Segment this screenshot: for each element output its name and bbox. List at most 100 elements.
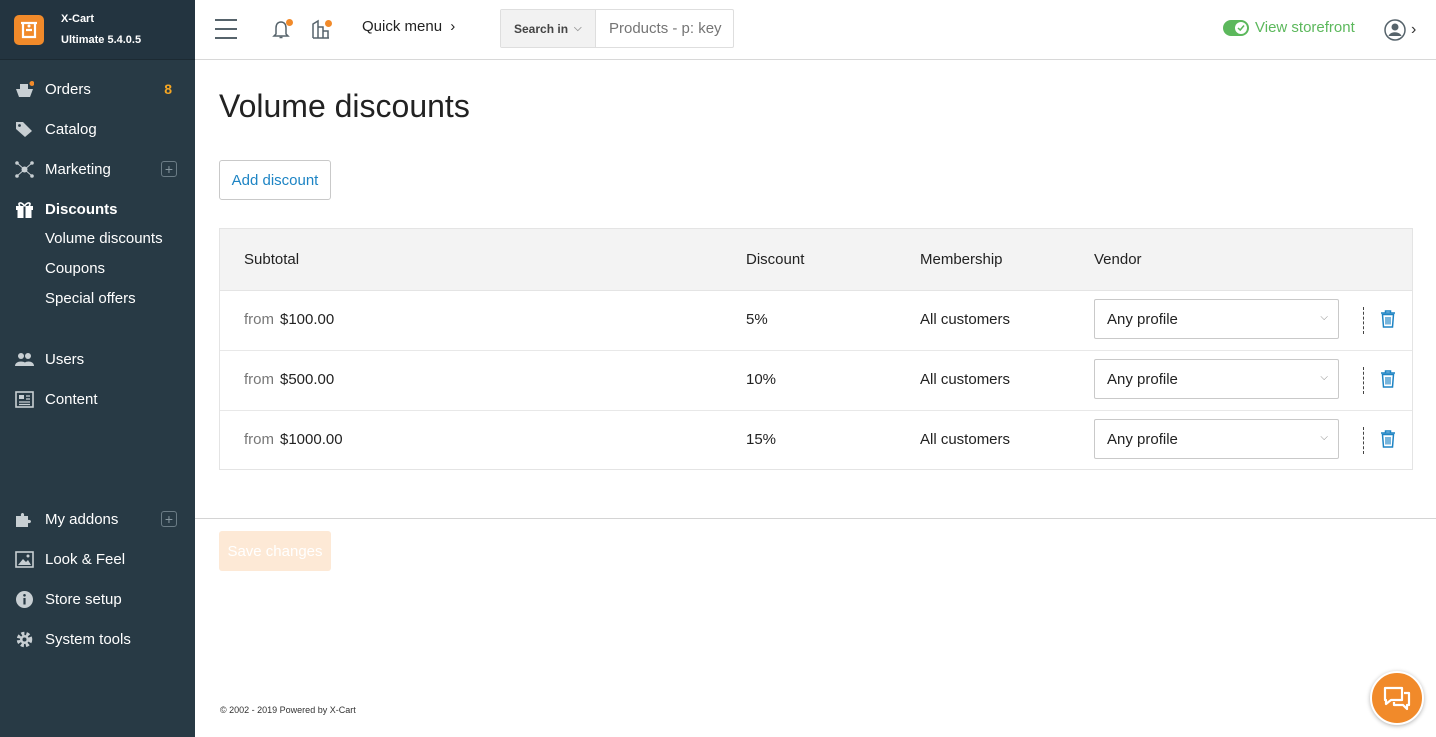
chevron-down-icon: ⌵ xyxy=(1320,432,1328,443)
subtotal-value: $1000.00 xyxy=(280,431,343,448)
top-header: Quick menu › Search in ⌵ View storefront… xyxy=(195,0,1436,60)
sidebar-subitem-special-offers[interactable]: Special offers xyxy=(45,290,136,307)
sidebar-item-label: Look & Feel xyxy=(45,550,126,568)
xcart-logo-icon xyxy=(14,14,44,45)
sidebar-item-label: Marketing xyxy=(45,160,111,178)
sidebar-item-system-tools[interactable]: System tools xyxy=(0,619,195,659)
quick-menu-icon[interactable] xyxy=(311,18,333,40)
users-icon xyxy=(15,350,34,368)
search-bar: Search in ⌵ xyxy=(500,9,734,48)
chat-widget-button[interactable] xyxy=(1370,671,1424,725)
vendor-select[interactable]: Any profile ⌵ xyxy=(1094,419,1339,459)
vendor-select[interactable]: Any profile ⌵ xyxy=(1094,359,1339,399)
vendor-select-value: Any profile xyxy=(1107,430,1178,448)
chevron-right-icon: › xyxy=(450,18,456,35)
user-menu[interactable]: › xyxy=(1384,18,1424,42)
sidebar-item-label: Discounts xyxy=(45,200,118,218)
orders-icon xyxy=(15,80,34,98)
column-header-membership: Membership xyxy=(920,251,1003,268)
subtotal-value: $500.00 xyxy=(280,371,335,388)
view-storefront-link[interactable]: View storefront xyxy=(1223,19,1355,36)
brand-version: Ultimate 5.4.0.5 xyxy=(61,33,142,46)
sidebar-item-catalog[interactable]: Catalog xyxy=(0,109,195,149)
quick-menu-link[interactable]: Quick menu › xyxy=(362,18,455,35)
marketing-icon xyxy=(15,160,34,178)
subtotal-cell[interactable]: from $1000.00 xyxy=(244,431,343,448)
from-label: from xyxy=(244,431,274,448)
addons-add-icon[interactable]: + xyxy=(161,511,177,527)
save-changes-button[interactable]: Save changes xyxy=(219,531,331,571)
chat-bubble-icon xyxy=(1383,686,1411,711)
from-label: from xyxy=(244,311,274,328)
search-input[interactable] xyxy=(596,10,732,47)
vendor-select[interactable]: Any profile ⌵ xyxy=(1094,299,1339,339)
sidebar-subitem-coupons[interactable]: Coupons xyxy=(45,260,105,277)
gear-icon xyxy=(15,630,34,648)
sidebar-item-marketing[interactable]: Marketing + xyxy=(0,149,195,189)
sidebar-item-label: Catalog xyxy=(45,120,97,138)
brand-name: X-Cart xyxy=(61,12,95,25)
chevron-down-icon: ⌵ xyxy=(574,23,582,34)
sidebar-item-my-addons[interactable]: My addons + xyxy=(0,499,195,539)
form-divider xyxy=(195,518,1436,519)
orders-count-badge: 8 xyxy=(164,81,172,97)
membership-cell[interactable]: All customers xyxy=(920,431,1010,448)
quick-menu-dot xyxy=(325,20,332,27)
hamburger-menu-icon[interactable] xyxy=(215,19,237,39)
row-actions-divider xyxy=(1363,307,1364,334)
quick-menu-label: Quick menu xyxy=(362,18,443,35)
storefront-toggle[interactable] xyxy=(1223,19,1249,36)
subtotal-cell[interactable]: from $500.00 xyxy=(244,371,334,388)
sidebar-subitem-volume-discounts[interactable]: Volume discounts xyxy=(45,230,163,247)
column-header-subtotal: Subtotal xyxy=(244,251,300,268)
vendor-select-value: Any profile xyxy=(1107,310,1178,328)
sidebar-item-label: My addons xyxy=(45,510,119,528)
sidebar-item-label: Store setup xyxy=(45,590,122,608)
discounts-table: Subtotal Discount Membership Vendor from… xyxy=(219,228,1413,470)
search-in-label: Search in xyxy=(514,21,569,36)
chevron-down-icon: ⌵ xyxy=(1320,312,1328,323)
sidebar-item-store-setup[interactable]: Store setup xyxy=(0,579,195,619)
sidebar-item-look-feel[interactable]: Look & Feel xyxy=(0,539,195,579)
table-header: Subtotal Discount Membership Vendor xyxy=(220,229,1412,291)
sidebar-item-label: Orders xyxy=(45,80,91,98)
row-actions-divider xyxy=(1363,367,1364,394)
gift-icon xyxy=(15,200,34,218)
from-label: from xyxy=(244,371,274,388)
sidebar-item-label: Content xyxy=(45,390,98,408)
row-actions-divider xyxy=(1363,427,1364,454)
sidebar-item-discounts[interactable]: Discounts xyxy=(0,189,195,229)
chevron-right-icon: › xyxy=(1411,21,1417,38)
discount-cell[interactable]: 15% xyxy=(746,431,776,448)
discount-cell[interactable]: 10% xyxy=(746,371,776,388)
add-discount-button[interactable]: Add discount xyxy=(219,160,331,200)
info-icon xyxy=(15,590,34,608)
brand[interactable]: X-Cart Ultimate 5.4.0.5 xyxy=(0,0,195,60)
sidebar-item-orders[interactable]: Orders 8 xyxy=(0,69,195,109)
membership-cell[interactable]: All customers xyxy=(920,371,1010,388)
sidebar-item-users[interactable]: Users xyxy=(0,339,195,379)
sidebar-item-content[interactable]: Content xyxy=(0,379,195,419)
trash-icon[interactable] xyxy=(1381,310,1395,328)
chevron-down-icon: ⌵ xyxy=(1320,372,1328,383)
check-icon xyxy=(1235,21,1247,34)
table-row: from $500.00 10% All customers Any profil… xyxy=(220,350,1412,411)
subtotal-cell[interactable]: from $100.00 xyxy=(244,311,334,328)
discount-cell[interactable]: 5% xyxy=(746,311,768,328)
search-in-dropdown[interactable]: Search in ⌵ xyxy=(501,10,596,47)
subtotal-value: $100.00 xyxy=(280,311,335,328)
tag-icon xyxy=(15,120,34,138)
table-row: from $1000.00 15% All customers Any profi… xyxy=(220,410,1412,470)
column-header-vendor: Vendor xyxy=(1094,251,1142,268)
bell-icon[interactable] xyxy=(271,18,293,40)
trash-icon[interactable] xyxy=(1381,370,1395,388)
view-storefront-label: View storefront xyxy=(1255,19,1355,36)
marketing-add-icon[interactable]: + xyxy=(161,161,177,177)
notification-dot xyxy=(286,19,293,26)
trash-icon[interactable] xyxy=(1381,430,1395,448)
sidebar: X-Cart Ultimate 5.4.0.5 Orders 8 Catalog… xyxy=(0,0,195,737)
footer-copyright: © 2002 - 2019 Powered by X-Cart xyxy=(220,705,356,715)
membership-cell[interactable]: All customers xyxy=(920,311,1010,328)
table-row: from $100.00 5% All customers Any profile… xyxy=(220,290,1412,351)
puzzle-icon xyxy=(15,510,34,528)
